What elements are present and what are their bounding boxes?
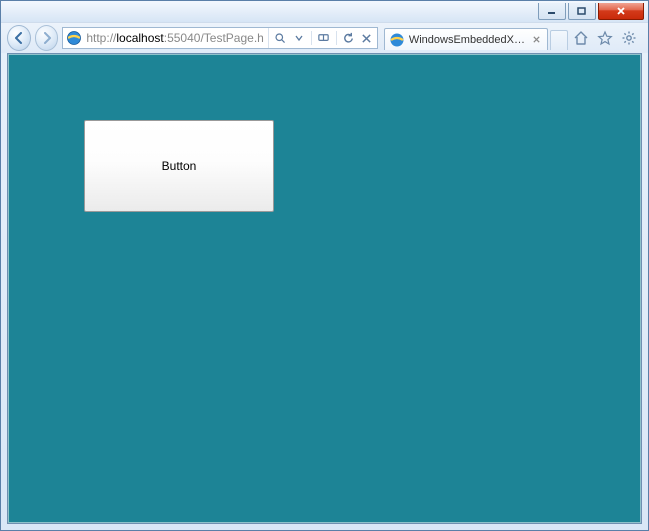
forward-button[interactable] [35, 25, 59, 51]
ie-logo-icon [66, 30, 82, 46]
favorites-icon[interactable] [596, 29, 614, 47]
refresh-icon[interactable] [341, 30, 357, 46]
window-titlebar [1, 1, 648, 23]
address-bar[interactable]: http://localhost:55040/TestPage.h [62, 27, 377, 49]
close-button[interactable] [598, 3, 644, 20]
tools-gear-icon[interactable] [620, 29, 638, 47]
window-controls [538, 3, 644, 20]
page-viewport: Button [7, 53, 642, 524]
address-bar-tools [268, 28, 375, 48]
toolbar-right [572, 29, 642, 47]
tab-strip: WindowsEmbeddedX… [384, 26, 568, 50]
separator [311, 31, 312, 45]
browser-window: http://localhost:55040/TestPage.h [0, 0, 649, 531]
compatibility-view-icon[interactable] [316, 30, 332, 46]
tab-favicon-icon [389, 32, 405, 48]
browser-tab[interactable]: WindowsEmbeddedX… [384, 28, 548, 50]
separator [336, 31, 337, 45]
search-dropdown-icon[interactable] [291, 30, 307, 46]
navigation-toolbar: http://localhost:55040/TestPage.h [1, 23, 648, 53]
home-icon[interactable] [572, 29, 590, 47]
tab-title: WindowsEmbeddedX… [409, 34, 525, 46]
new-tab-button[interactable] [550, 30, 568, 50]
page-button-label: Button [162, 159, 197, 173]
stop-icon[interactable] [359, 30, 375, 46]
page-button[interactable]: Button [84, 120, 274, 212]
back-button[interactable] [7, 25, 31, 51]
address-url: http://localhost:55040/TestPage.h [86, 31, 263, 45]
maximize-button[interactable] [568, 3, 596, 20]
search-icon[interactable] [273, 30, 289, 46]
minimize-button[interactable] [538, 3, 566, 20]
tab-close-icon[interactable] [529, 33, 543, 47]
